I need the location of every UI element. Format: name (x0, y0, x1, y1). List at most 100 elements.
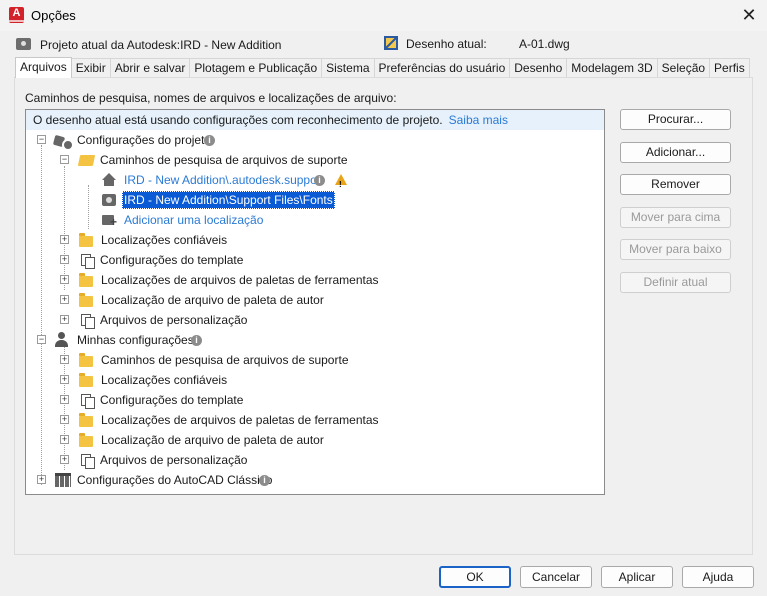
info-row: Projeto atual da Autodesk:IRD - New Addi… (0, 36, 767, 54)
tree-label: Localização de arquivo de paleta de auto… (101, 433, 324, 447)
tree-node-path1[interactable]: IRD - New Addition\.autodesk.support i ! (26, 170, 596, 190)
tree-node-customization[interactable]: + Arquivos de personalização (26, 310, 596, 330)
expand-icon[interactable]: + (60, 275, 69, 284)
customization-icon (80, 453, 95, 469)
tree-label: Configurações do projeto (77, 133, 212, 147)
add-button[interactable]: Adicionar... (620, 142, 731, 163)
tree-label: Arquivos de personalização (100, 313, 248, 327)
template-icon (80, 253, 95, 269)
expand-icon[interactable]: + (60, 395, 69, 404)
tree-node-my-template[interactable]: + Configurações do template (26, 390, 596, 410)
customization-icon (80, 313, 95, 329)
expand-icon[interactable]: + (37, 475, 46, 484)
expand-icon[interactable]: + (60, 235, 69, 244)
tree-label: Localizações de arquivos de paletas de f… (101, 273, 379, 287)
tree-node-support-paths[interactable]: − Caminhos de pesquisa de arquivos de su… (26, 150, 596, 170)
tree-node-classic[interactable]: + Configurações do AutoCAD Clássico i (26, 470, 596, 490)
template-icon (80, 393, 95, 409)
collapse-icon[interactable]: − (60, 155, 69, 164)
info-icon[interactable]: i (259, 475, 270, 486)
home-icon (102, 173, 116, 187)
tree-node-tool-palettes[interactable]: + Localizações de arquivos de paletas de… (26, 270, 596, 290)
tree-node-my-author-palette[interactable]: + Localização de arquivo de paleta de au… (26, 430, 596, 450)
tree-node-my-support-paths[interactable]: + Caminhos de pesquisa de arquivos de su… (26, 350, 596, 370)
add-location-icon (102, 213, 117, 228)
tree-label-selected: IRD - New Addition\Support Files\Fonts (122, 191, 335, 209)
apply-button[interactable]: Aplicar (601, 566, 673, 588)
current-drawing-value: A-01.dwg (519, 37, 570, 51)
tab-modelagem-3d[interactable]: Modelagem 3D (566, 58, 658, 78)
expand-icon[interactable]: + (60, 375, 69, 384)
tree-node-add-location[interactable]: Adicionar uma localização (26, 210, 596, 230)
folder-icon (79, 413, 93, 427)
options-tabs: Arquivos Exibir Abrir e salvar Plotagem … (15, 57, 750, 78)
move-down-button[interactable]: Mover para baixo (620, 239, 731, 260)
folder-icon (79, 373, 93, 387)
tab-arquivos[interactable]: Arquivos (15, 57, 72, 78)
cancel-button[interactable]: Cancelar (520, 566, 592, 588)
classic-settings-icon (55, 473, 71, 487)
app-icon-letter: A (12, 7, 21, 19)
tree-label: IRD - New Addition\.autodesk.support (124, 173, 325, 187)
remove-button[interactable]: Remover (620, 174, 731, 195)
info-icon[interactable]: i (314, 175, 325, 186)
tree-node-my-settings[interactable]: − Minhas configurações i (26, 330, 596, 350)
expand-icon[interactable]: + (60, 455, 69, 464)
tree-node-trusted[interactable]: + Localizações confiáveis (26, 230, 596, 250)
expand-icon[interactable]: + (60, 295, 69, 304)
tree-label: Arquivos de personalização (100, 453, 248, 467)
project-settings-icon (54, 133, 74, 151)
window-title: Opções (31, 8, 76, 23)
expand-icon[interactable]: + (60, 435, 69, 444)
tree-node-my-tool-palettes[interactable]: + Localizações de arquivos de paletas de… (26, 410, 596, 430)
help-button[interactable]: Ajuda (682, 566, 754, 588)
user-icon (55, 332, 71, 347)
browse-button[interactable]: Procurar... (620, 109, 731, 130)
banner-text: O desenho atual está usando configuraçõe… (33, 113, 443, 127)
folder-icon (79, 233, 93, 247)
current-drawing-label: Desenho atual: (406, 37, 487, 51)
folder-icon (79, 273, 93, 287)
tab-selecao[interactable]: Seleção (656, 58, 711, 78)
learn-more-link[interactable]: Saiba mais (449, 113, 508, 127)
folder-icon (79, 293, 93, 307)
tab-sistema[interactable]: Sistema (321, 58, 375, 78)
tree-node-template[interactable]: + Configurações do template (26, 250, 596, 270)
project-icon (16, 38, 31, 50)
tab-plotagem[interactable]: Plotagem e Publicação (189, 58, 323, 78)
tab-desenho[interactable]: Desenho (509, 58, 568, 78)
tree-label: Localizações de arquivos de paletas de f… (101, 413, 379, 427)
title-bar: A Opções ✕ (0, 0, 767, 31)
tree-label: Configurações do AutoCAD Clássico (77, 473, 273, 487)
panel-label: Caminhos de pesquisa, nomes de arquivos … (25, 91, 397, 105)
tree-label: Configurações do template (100, 393, 244, 407)
ok-button[interactable]: OK (439, 566, 511, 588)
tree-node-my-trusted[interactable]: + Localizações confiáveis (26, 370, 596, 390)
warning-icon: ! (335, 174, 347, 189)
tab-preferencias[interactable]: Preferências do usuário (373, 58, 511, 78)
autocad-app-icon: A (9, 7, 24, 23)
close-icon[interactable]: ✕ (736, 2, 762, 28)
tree-node-project-settings[interactable]: − Configurações do projeto i (26, 130, 596, 151)
files-tree[interactable]: O desenho atual está usando configuraçõe… (25, 109, 605, 495)
move-up-button[interactable]: Mover para cima (620, 207, 731, 228)
info-icon[interactable]: i (204, 135, 215, 146)
tab-exibir[interactable]: Exibir (70, 58, 111, 78)
expand-icon[interactable]: + (60, 415, 69, 424)
tree-label: Configurações do template (100, 253, 244, 267)
expand-icon[interactable]: + (60, 255, 69, 264)
expand-icon[interactable]: + (60, 355, 69, 364)
collapse-icon[interactable]: − (37, 135, 46, 144)
tab-abrir-salvar[interactable]: Abrir e salvar (109, 58, 191, 78)
collapse-icon[interactable]: − (37, 335, 46, 344)
expand-icon[interactable]: + (60, 315, 69, 324)
tree-node-author-palette[interactable]: + Localização de arquivo de paleta de au… (26, 290, 596, 310)
folder-icon (79, 433, 93, 447)
tree-label: Caminhos de pesquisa de arquivos de supo… (101, 353, 349, 367)
set-current-button[interactable]: Definir atual (620, 272, 731, 293)
tab-perfis[interactable]: Perfis (709, 58, 750, 78)
info-icon[interactable]: i (191, 335, 202, 346)
tree-node-my-customization[interactable]: + Arquivos de personalização (26, 450, 596, 470)
tree-node-path2[interactable]: IRD - New Addition\Support Files\Fonts (26, 190, 596, 210)
current-project-label: Projeto atual da Autodesk:IRD - New Addi… (40, 38, 282, 52)
